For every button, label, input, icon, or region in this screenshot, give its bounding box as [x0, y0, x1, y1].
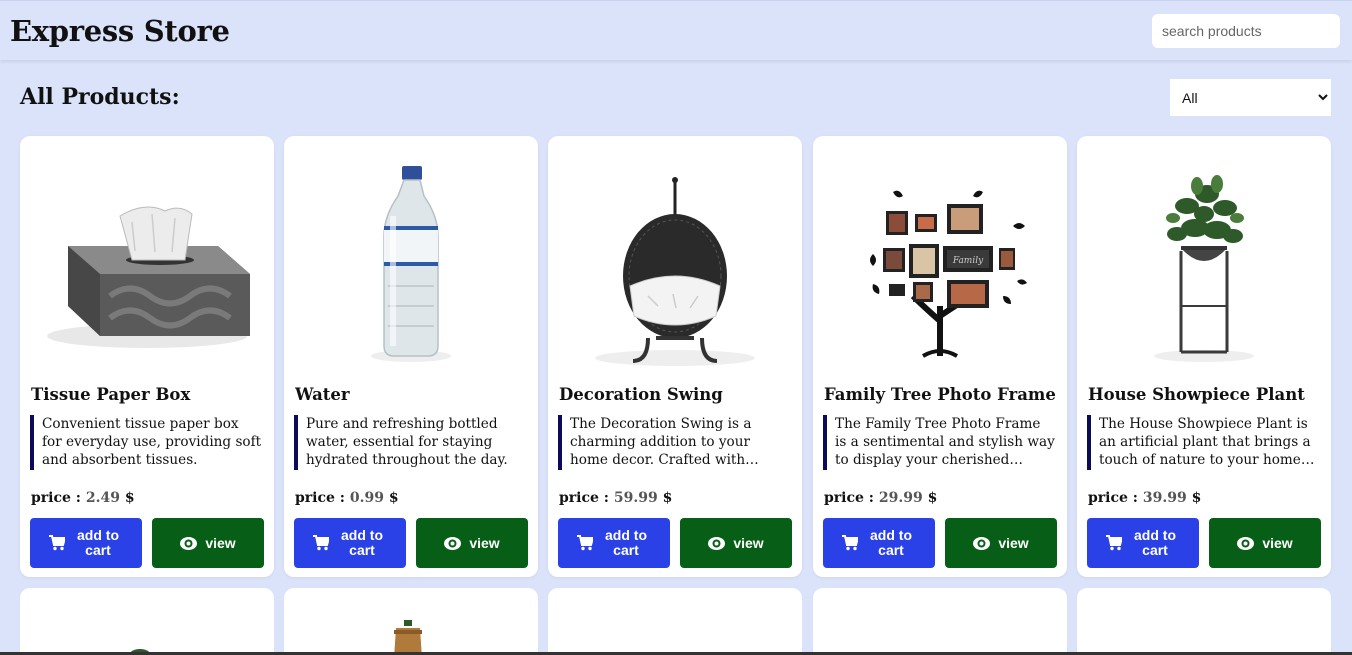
product-price: price : 59.99 $	[559, 490, 672, 506]
price-label: price :	[824, 490, 874, 506]
product-description: The Decoration Swing is a charming addit…	[558, 415, 790, 470]
product-name[interactable]: Family Tree Photo Frame	[824, 385, 1060, 404]
view-label: view	[733, 535, 764, 551]
add-to-cart-button[interactable]: add to cart	[294, 518, 406, 568]
product-image-water[interactable]	[284, 156, 538, 386]
add-to-cart-label: add to cart	[870, 527, 912, 558]
price-currency: $	[662, 490, 673, 506]
price-currency: $	[1191, 490, 1202, 506]
price-label: price :	[559, 490, 609, 506]
product-card: Water Pure and refreshing bottled water,…	[284, 136, 538, 577]
add-to-cart-label: add to cart	[77, 527, 119, 558]
cart-icon	[313, 535, 329, 551]
add-to-cart-button[interactable]: add to cart	[1087, 518, 1199, 568]
product-card-partial	[1077, 588, 1331, 655]
category-filter-select[interactable]: All	[1170, 79, 1331, 116]
cart-icon	[1106, 535, 1122, 551]
add-to-cart-label: add to cart	[605, 527, 647, 558]
water-bottle-image	[371, 166, 451, 362]
product-name[interactable]: Decoration Swing	[559, 385, 795, 404]
product-name[interactable]: Water	[295, 385, 531, 404]
price-currency: $	[927, 490, 938, 506]
price-value: 2.49	[85, 490, 120, 506]
price-value: 0.99	[349, 490, 384, 506]
view-button[interactable]: view	[1209, 518, 1321, 568]
product-card-partial	[20, 588, 274, 655]
brand-title[interactable]: Express Store	[10, 14, 230, 48]
view-button[interactable]: view	[416, 518, 528, 568]
view-button[interactable]: view	[680, 518, 792, 568]
search-input[interactable]	[1152, 14, 1340, 48]
wooden-planter-image-partial	[394, 620, 422, 655]
eye-icon	[1237, 536, 1255, 550]
cart-icon	[842, 535, 858, 551]
price-label: price :	[31, 490, 81, 506]
product-name[interactable]: Tissue Paper Box	[31, 385, 267, 404]
product-description: The House Showpiece Plant is an artifici…	[1087, 415, 1319, 470]
product-card-partial	[284, 588, 538, 655]
add-to-cart-label: add to cart	[341, 527, 383, 558]
price-label: price :	[295, 490, 345, 506]
add-to-cart-button[interactable]: add to cart	[558, 518, 670, 568]
price-label: price :	[1088, 490, 1138, 506]
product-description: The Family Tree Photo Frame is a sentime…	[823, 415, 1055, 470]
eye-icon	[708, 536, 726, 550]
add-to-cart-button[interactable]: add to cart	[823, 518, 935, 568]
view-label: view	[998, 535, 1029, 551]
tissue-box-image	[47, 206, 250, 348]
plant-image-partial	[130, 649, 168, 655]
price-value: 29.99	[878, 490, 923, 506]
top-bar: Express Store	[0, 0, 1352, 60]
cart-icon	[577, 535, 593, 551]
view-button[interactable]: view	[152, 518, 264, 568]
product-price: price : 39.99 $	[1088, 490, 1201, 506]
price-value: 59.99	[613, 490, 658, 506]
product-image-tissue-box[interactable]	[20, 156, 274, 386]
view-label: view	[1262, 535, 1293, 551]
eye-icon	[444, 536, 462, 550]
add-to-cart-button[interactable]: add to cart	[30, 518, 142, 568]
view-label: view	[469, 535, 500, 551]
product-price: price : 0.99 $	[295, 490, 399, 506]
product-card: Decoration Swing The Decoration Swing is…	[548, 136, 802, 577]
product-image-showpiece-plant[interactable]	[1077, 156, 1331, 386]
product-card-partial	[813, 588, 1067, 655]
eye-icon	[973, 536, 991, 550]
svg-text:Family: Family	[952, 256, 984, 266]
add-to-cart-label: add to cart	[1134, 527, 1176, 558]
product-image-family-tree-frame[interactable]: Family	[813, 156, 1067, 386]
product-name[interactable]: House Showpiece Plant	[1088, 385, 1324, 404]
product-card-partial	[548, 588, 802, 655]
price-currency: $	[388, 490, 399, 506]
view-button[interactable]: view	[945, 518, 1057, 568]
product-price: price : 29.99 $	[824, 490, 937, 506]
product-price: price : 2.49 $	[31, 490, 135, 506]
product-description: Convenient tissue paper box for everyday…	[30, 415, 262, 470]
showpiece-plant-image	[1154, 175, 1254, 362]
family-tree-frame-image: Family	[870, 190, 1027, 358]
product-card: House Showpiece Plant The House Showpiec…	[1077, 136, 1331, 577]
eye-icon	[180, 536, 198, 550]
product-card: Family Family Tree Photo Frame The Famil…	[813, 136, 1067, 577]
product-description: Pure and refreshing bottled water, essen…	[294, 415, 526, 470]
price-currency: $	[124, 490, 135, 506]
cart-icon	[49, 535, 65, 551]
product-card: Tissue Paper Box Convenient tissue paper…	[20, 136, 274, 577]
price-value: 39.99	[1142, 490, 1187, 506]
view-label: view	[205, 535, 236, 551]
product-image-decoration-swing[interactable]	[548, 156, 802, 386]
page-title: All Products:	[20, 84, 180, 110]
decoration-swing-image	[595, 177, 755, 366]
